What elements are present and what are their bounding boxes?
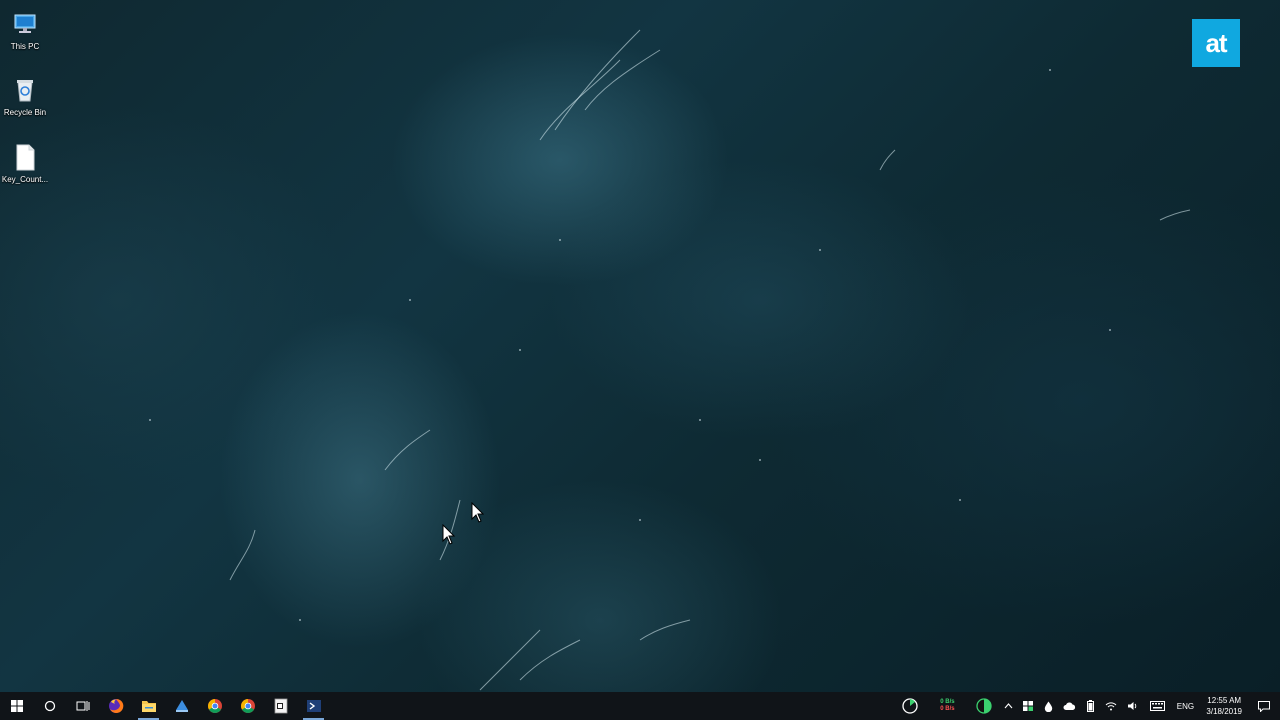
task-view-button[interactable]: [66, 692, 99, 720]
desktop-icon-label: This PC: [10, 42, 40, 51]
clock[interactable]: 12:55 AM 3/18/2019: [1200, 695, 1248, 717]
desktop-icon-this-pc[interactable]: This PC: [0, 8, 50, 51]
taskbar: 0 B/s 0 B/s ENG 12:55 AM 3/18/2019: [0, 692, 1280, 720]
taskbar-powershell[interactable]: [297, 692, 330, 720]
tray-touch-keyboard[interactable]: [1144, 692, 1170, 720]
clock-date: 3/18/2019: [1206, 707, 1242, 716]
water-drop-icon: [1044, 701, 1053, 712]
tray-green-meter[interactable]: [970, 692, 998, 720]
desktop-icon-label: Key_Count...: [1, 175, 49, 184]
battery-icon: [1086, 700, 1094, 712]
action-center-button[interactable]: [1248, 692, 1280, 720]
chevron-up-icon: [1004, 703, 1013, 709]
battery-meter-icon: [976, 698, 993, 714]
cloud-icon: [1063, 702, 1075, 710]
tray-battery[interactable]: [1080, 692, 1100, 720]
addictivetips-logo: at: [1192, 19, 1240, 67]
notepad-icon: [274, 698, 287, 714]
chrome-icon: [240, 699, 255, 713]
system-tray: 0 B/s 0 B/s ENG 12:55 AM 3/18/2019: [896, 692, 1280, 720]
this-pc-icon: [9, 8, 41, 40]
keyboard-icon: [1149, 701, 1165, 711]
input-language[interactable]: ENG: [1170, 692, 1200, 720]
tray-drop-app[interactable]: [1038, 692, 1058, 720]
recycle-bin-icon: [9, 74, 41, 106]
mouse-cursor-icon: [471, 502, 485, 523]
folder-icon: [141, 701, 156, 712]
desktop-icon-label: Recycle Bin: [3, 108, 47, 117]
wifi-icon: [1106, 702, 1117, 711]
text-file-icon: [9, 141, 41, 173]
windows-logo-icon: [10, 700, 23, 712]
tray-network-speed[interactable]: 0 B/s 0 B/s: [924, 692, 970, 720]
windows-security-icon: [1023, 701, 1034, 711]
desktop-icon-recycle-bin[interactable]: Recycle Bin: [0, 74, 50, 117]
tray-cpu-meter[interactable]: [896, 692, 924, 720]
mouse-cursor-icon: [442, 524, 456, 545]
desktop-background: This PC Recycle Bin Key_Count... at: [0, 0, 1280, 692]
task-view-icon: [76, 701, 89, 711]
cpu-meter-icon: [902, 698, 919, 714]
taskbar-notepad-app[interactable]: [264, 692, 297, 720]
powershell-icon: [306, 700, 321, 712]
tray-volume[interactable]: [1122, 692, 1144, 720]
taskbar-firefox[interactable]: [99, 692, 132, 720]
wallpaper-foam: [149, 29, 1191, 691]
taskbar-chrome-2[interactable]: [231, 692, 264, 720]
start-button[interactable]: [0, 692, 33, 720]
search-button[interactable]: [33, 692, 66, 720]
firefox-icon: [108, 698, 123, 713]
tray-onedrive[interactable]: [1058, 692, 1080, 720]
tray-windows-security[interactable]: [1018, 692, 1038, 720]
network-download-speed: 0 B/s: [940, 706, 955, 712]
taskbar-chrome[interactable]: [198, 692, 231, 720]
taskbar-blue-app[interactable]: [165, 692, 198, 720]
desktop-icon-key-count-file[interactable]: Key_Count...: [0, 141, 50, 184]
tray-wifi[interactable]: [1100, 692, 1122, 720]
blue-app-icon: [175, 700, 188, 712]
cortana-search-icon: [44, 700, 55, 712]
show-hidden-icons-button[interactable]: [998, 692, 1018, 720]
network-upload-speed: 0 B/s: [940, 699, 955, 705]
notification-icon: [1258, 700, 1270, 712]
speaker-icon: [1128, 702, 1137, 710]
clock-time: 12:55 AM: [1207, 696, 1242, 705]
taskbar-file-explorer[interactable]: [132, 692, 165, 720]
chrome-icon: [207, 699, 222, 713]
